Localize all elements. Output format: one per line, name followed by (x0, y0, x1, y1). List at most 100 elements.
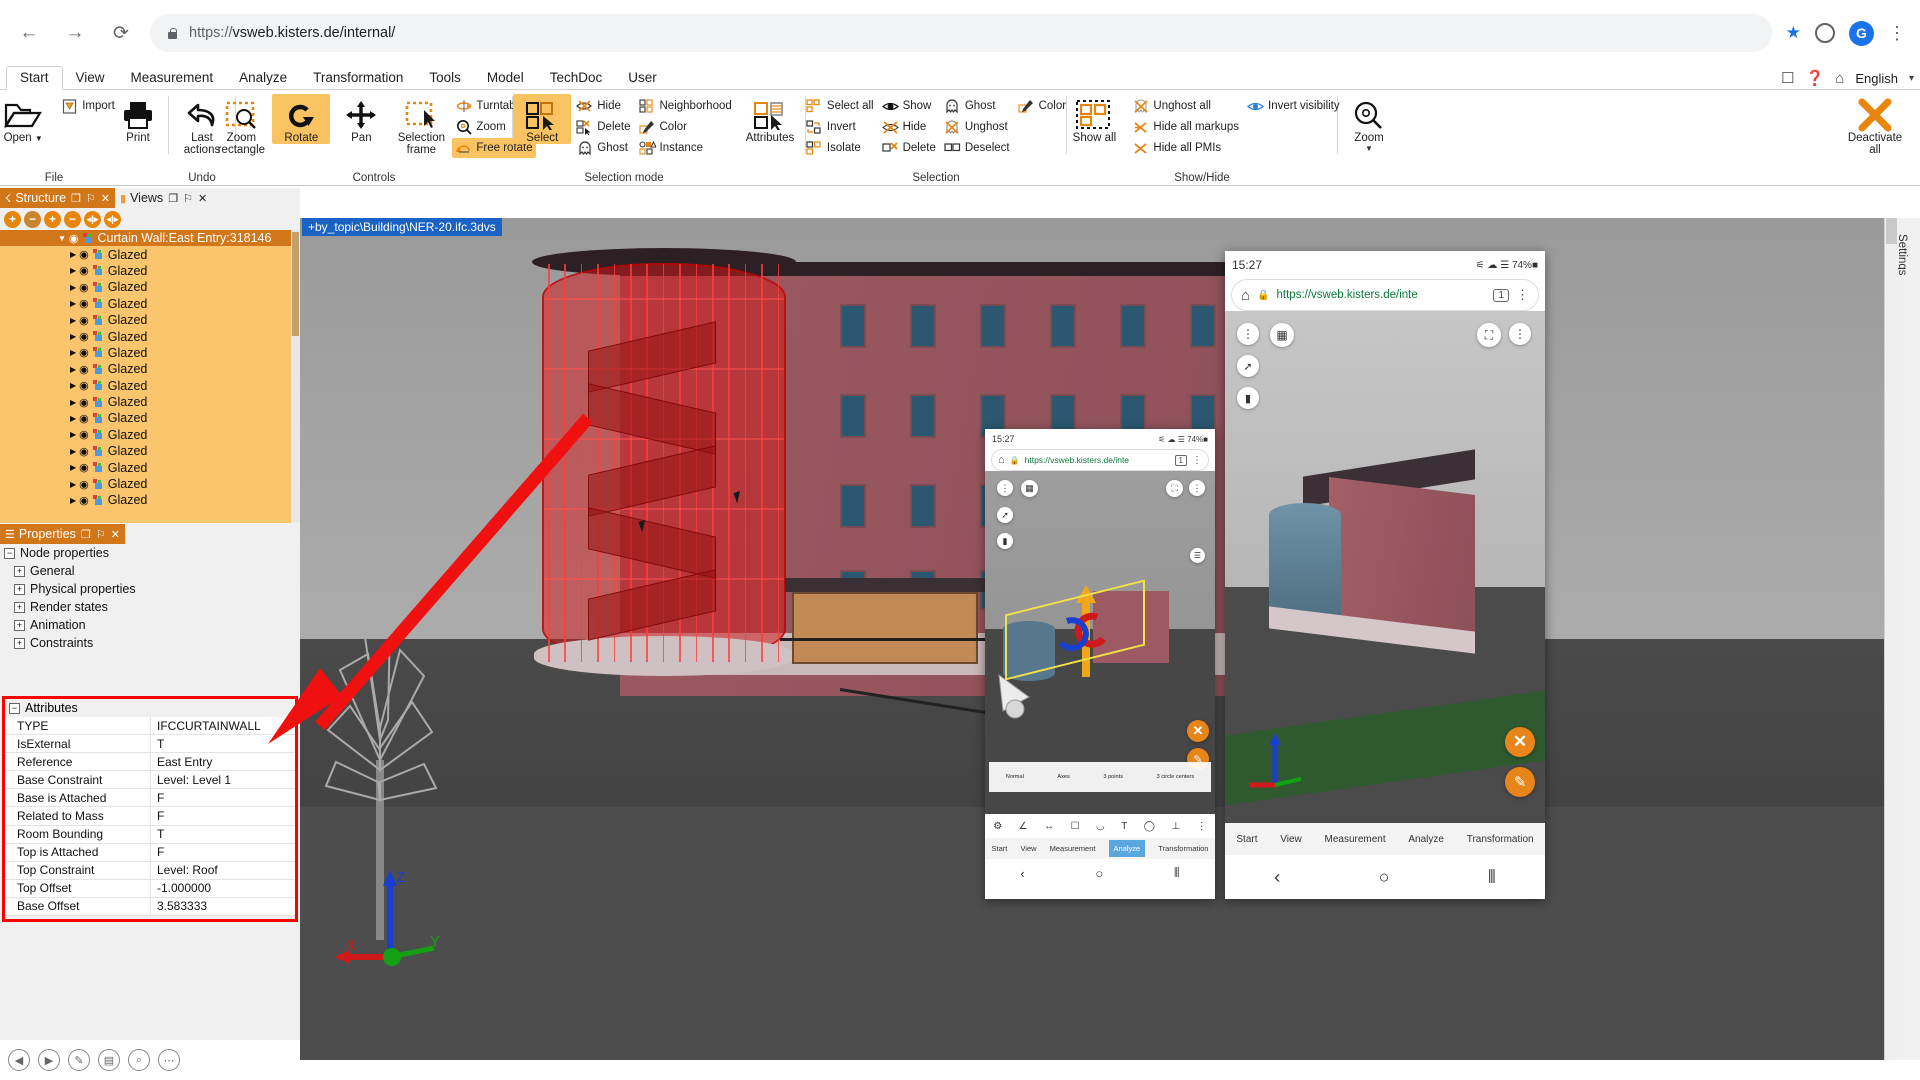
phone-back-grid-icon[interactable]: ▦ (1021, 480, 1038, 497)
phone-3d-canvas-back[interactable]: ⋮ ▦ ⛶ ⋮ ➚ ▮ ☰ ✕ ✎ (985, 471, 1215, 814)
expand-icon[interactable]: + (14, 602, 25, 613)
show-button[interactable]: Show (879, 96, 939, 116)
android-recents-button[interactable]: ⦀ (1174, 865, 1180, 881)
eye-visibility-icon[interactable]: ◉ (79, 412, 89, 425)
android-back-button[interactable]: ‹ (1020, 866, 1024, 881)
eye-visibility-icon[interactable]: ◉ (79, 297, 89, 310)
viewport-scrollbar[interactable] (1884, 218, 1898, 1060)
tablet-icon[interactable]: ☐ (1781, 69, 1794, 87)
open-button[interactable]: Open ▼ (0, 94, 56, 144)
select-button[interactable]: Select (513, 94, 571, 144)
phone-3d-canvas-front[interactable]: ⋮ ▦ ⛶ ⋮ ➚ ▮ ✕ ✎ (1225, 311, 1545, 823)
color-mode-button[interactable]: Color (636, 117, 735, 137)
tree-node[interactable]: ▶◉Glazed (0, 246, 300, 262)
menu-item-transformation[interactable]: Transformation (300, 67, 416, 89)
android-recents-button[interactable]: ⦀ (1488, 867, 1496, 888)
expand-level-icon[interactable]: ◂|▸ (84, 211, 101, 228)
eye-visibility-icon[interactable]: ◉ (79, 379, 89, 392)
expand-icon[interactable]: + (14, 638, 25, 649)
expand-selected-icon[interactable]: + (44, 211, 61, 228)
menu-item-techdoc[interactable]: TechDoc (537, 67, 616, 89)
unghost-all-button[interactable]: Unghost all (1129, 96, 1242, 116)
hide-all-markups-button[interactable]: Hide all markups (1129, 117, 1242, 137)
phone-back-menu-icon[interactable]: ⋮ (1189, 480, 1205, 496)
collapsed-arrow-icon[interactable]: ▶ (70, 430, 76, 439)
extensions-icon[interactable] (1815, 23, 1835, 43)
delete-button[interactable]: Delete (879, 138, 939, 158)
kebab-menu-icon[interactable]: ⋮ (1888, 29, 1906, 38)
chevron-down-icon[interactable]: ▼ (1365, 144, 1373, 153)
collapsed-arrow-icon[interactable]: ▶ (70, 381, 76, 390)
mode-3-circle-centers[interactable]: 3 circle centers (1157, 774, 1195, 780)
phone-menu-view[interactable]: View (1280, 834, 1302, 845)
phone-front-app-menu[interactable]: Start View Measurement Analyze Transform… (1225, 823, 1545, 855)
collapsed-arrow-icon[interactable]: ▶ (70, 398, 76, 407)
phone-front-overflow-icon[interactable]: ⋮ (1237, 323, 1259, 345)
expand-icon[interactable]: + (14, 620, 25, 631)
attribute-row[interactable]: Related to MassF (5, 807, 295, 825)
phone-front-grid-icon[interactable]: ▦ (1270, 323, 1294, 347)
hide-button[interactable]: Hide (879, 117, 939, 137)
phone-menu-analyze[interactable]: Analyze (1109, 840, 1146, 857)
menu-item-measurement[interactable]: Measurement (118, 67, 227, 89)
ghost-mode-button[interactable]: Ghost (573, 138, 633, 158)
phone-menu-transformation[interactable]: Transformation (1158, 844, 1208, 853)
attribute-row[interactable]: Base is AttachedF (5, 789, 295, 807)
menu-item-start[interactable]: Start (6, 66, 63, 90)
phone-back-app-menu[interactable]: Start View Measurement Analyze Transform… (985, 838, 1215, 859)
menu-item-user[interactable]: User (615, 67, 670, 89)
tree-node[interactable]: ▶◉Glazed (0, 296, 300, 312)
search-icon[interactable]: ⌕ (128, 1049, 150, 1071)
pencil-icon[interactable]: ✎ (68, 1049, 90, 1071)
collapsed-arrow-icon[interactable]: ▶ (70, 365, 76, 374)
collapsed-arrow-icon[interactable]: ▶ (70, 463, 76, 472)
tree-node[interactable]: ▶◉Glazed (0, 328, 300, 344)
collapsed-arrow-icon[interactable]: ▶ (70, 480, 76, 489)
attribute-row[interactable]: Top ConstraintLevel: Roof (5, 862, 295, 880)
pin-button[interactable]: ⚐ (86, 192, 96, 205)
phone-back-mode-strip[interactable]: Normal Axes 3 points 3 circle centers (989, 762, 1211, 792)
phone-front-nav-bar[interactable]: ‹ ○ ⦀ (1225, 855, 1545, 899)
attribute-row[interactable]: Room BoundingT (5, 826, 295, 844)
tab-count-badge[interactable]: 1 (1175, 455, 1187, 466)
kebab-menu-icon[interactable]: ⋮ (1516, 287, 1529, 303)
phone-back-box-icon[interactable]: ▮ (997, 533, 1013, 549)
tree-node[interactable]: ▶◉Glazed (0, 345, 300, 361)
language-label[interactable]: English (1855, 71, 1898, 86)
ghost-button[interactable]: Ghost (941, 96, 1013, 116)
collapse-icon[interactable]: − (4, 548, 15, 559)
rotate-button[interactable]: Rotate (272, 94, 330, 144)
phone-back-overflow-icon[interactable]: ⋮ (997, 480, 1013, 496)
eye-visibility-icon[interactable]: ◉ (79, 461, 89, 474)
home-icon[interactable]: ⌂ (1835, 70, 1844, 87)
mode-normal[interactable]: Normal (1006, 774, 1024, 780)
phone-tool-arc-icon[interactable]: ◡ (1096, 821, 1105, 832)
zoom-rectangle-button[interactable]: Zoomrectangle (212, 94, 270, 156)
collapse-selected-icon[interactable]: − (64, 211, 81, 228)
expand-all-icon[interactable]: + (4, 211, 21, 228)
phone-address-bar-back[interactable]: ⌂ 🔒 https://vsweb.kisters.de/inte 1 ⋮ (991, 449, 1209, 471)
phone-front-box-icon[interactable]: ▮ (1237, 387, 1259, 409)
menu-item-analyze[interactable]: Analyze (226, 67, 300, 89)
attributes-button[interactable]: Attributes (737, 94, 803, 144)
pin-button[interactable]: ⚐ (96, 528, 106, 541)
previous-icon[interactable]: ◀ (8, 1049, 30, 1071)
collapsed-arrow-icon[interactable]: ▶ (70, 414, 76, 423)
collapsed-arrow-icon[interactable]: ▶ (70, 447, 76, 456)
phone-back-fullscreen-icon[interactable]: ⛶ (1166, 480, 1183, 497)
phone-front-pencil-button[interactable]: ✎ (1505, 767, 1535, 797)
home-icon[interactable]: ⌂ (998, 454, 1005, 466)
phone-menu-start[interactable]: Start (1236, 834, 1257, 845)
eye-visibility-icon[interactable]: ◉ (79, 494, 89, 507)
phone-back-nav-bar[interactable]: ‹ ○ ⦀ (985, 859, 1215, 887)
phone-back-layers-icon[interactable]: ☰ (1190, 548, 1205, 563)
mode-3-points[interactable]: 3 points (1103, 774, 1123, 780)
menu-item-model[interactable]: Model (474, 67, 537, 89)
neighborhood-button[interactable]: Neighborhood (636, 96, 735, 116)
tab-properties[interactable]: ☰ Properties ❐ ⚐ ✕ (0, 524, 125, 544)
phone-screenshot-back[interactable]: 15:27 ⚟ ☁ ☰ 74%■ ⌂ 🔒 https://vsweb.kiste… (985, 429, 1215, 899)
close-button[interactable]: ✕ (111, 528, 120, 541)
eye-visibility-icon[interactable]: ◉ (79, 281, 89, 294)
phone-front-fullscreen-icon[interactable]: ⛶ (1477, 323, 1501, 347)
phone-tool-level-icon[interactable]: ⊥ (1171, 821, 1180, 832)
